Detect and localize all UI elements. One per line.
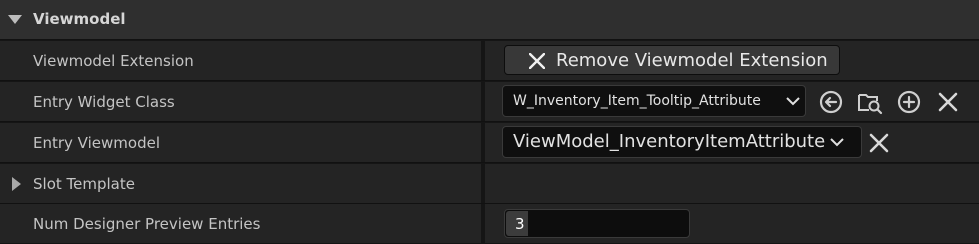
property-label: Viewmodel Extension: [33, 52, 194, 70]
property-value-cell: [485, 164, 979, 203]
entry-viewmodel-combo[interactable]: ViewModel_InventoryItemAttribute: [502, 126, 862, 158]
use-selected-asset-icon[interactable]: [818, 89, 844, 115]
property-value-cell: 3: [485, 204, 979, 243]
chevron-down-icon: [786, 97, 800, 106]
row-entry-widget-class: Entry Widget Class W_Inventory_Item_Tool…: [0, 82, 979, 122]
clear-icon[interactable]: [935, 89, 961, 115]
row-slot-template[interactable]: Slot Template: [0, 164, 979, 204]
create-new-icon[interactable]: [896, 89, 922, 115]
expand-arrow-icon[interactable]: [12, 177, 22, 191]
property-label: Entry Viewmodel: [33, 134, 160, 152]
browse-asset-icon[interactable]: [857, 89, 883, 115]
property-name-cell: Num Designer Preview Entries: [0, 204, 483, 243]
combo-value: W_Inventory_Item_Tooltip_Attribute: [513, 93, 761, 109]
property-name-cell: Viewmodel Extension: [0, 41, 483, 80]
property-name-cell: Entry Widget Class: [0, 82, 483, 121]
chevron-down-icon: [830, 138, 844, 147]
collapse-arrow-icon[interactable]: [8, 15, 22, 25]
property-label: Slot Template: [33, 175, 135, 193]
category-title: Viewmodel: [33, 10, 126, 28]
num-preview-entries-input[interactable]: 3: [504, 209, 690, 238]
property-label: Num Designer Preview Entries: [33, 215, 261, 233]
property-value-cell: Remove Viewmodel Extension: [485, 41, 979, 80]
property-value-cell: W_Inventory_Item_Tooltip_Attribute: [485, 82, 979, 121]
property-value-cell: ViewModel_InventoryItemAttribute: [485, 123, 979, 162]
remove-viewmodel-extension-button[interactable]: Remove Viewmodel Extension: [504, 45, 840, 75]
row-entry-viewmodel: Entry Viewmodel ViewModel_InventoryItemA…: [0, 123, 979, 163]
property-name-cell: Entry Viewmodel: [0, 123, 483, 162]
property-name-cell: Slot Template: [0, 164, 483, 203]
row-viewmodel-extension: Viewmodel Extension Remove Viewmodel Ext…: [0, 41, 979, 81]
details-panel: Viewmodel Viewmodel Extension Remove Vie…: [0, 0, 979, 243]
category-header-viewmodel[interactable]: Viewmodel: [0, 0, 979, 40]
numeric-value: 3: [515, 215, 525, 233]
row-num-designer-preview-entries: Num Designer Preview Entries 3: [0, 204, 979, 244]
entry-widget-class-combo[interactable]: W_Inventory_Item_Tooltip_Attribute: [502, 85, 806, 117]
clear-icon[interactable]: [866, 130, 892, 156]
combo-value: ViewModel_InventoryItemAttribute: [513, 131, 826, 152]
close-icon: [529, 53, 545, 69]
button-label: Remove Viewmodel Extension: [556, 50, 828, 71]
property-label: Entry Widget Class: [33, 93, 175, 111]
